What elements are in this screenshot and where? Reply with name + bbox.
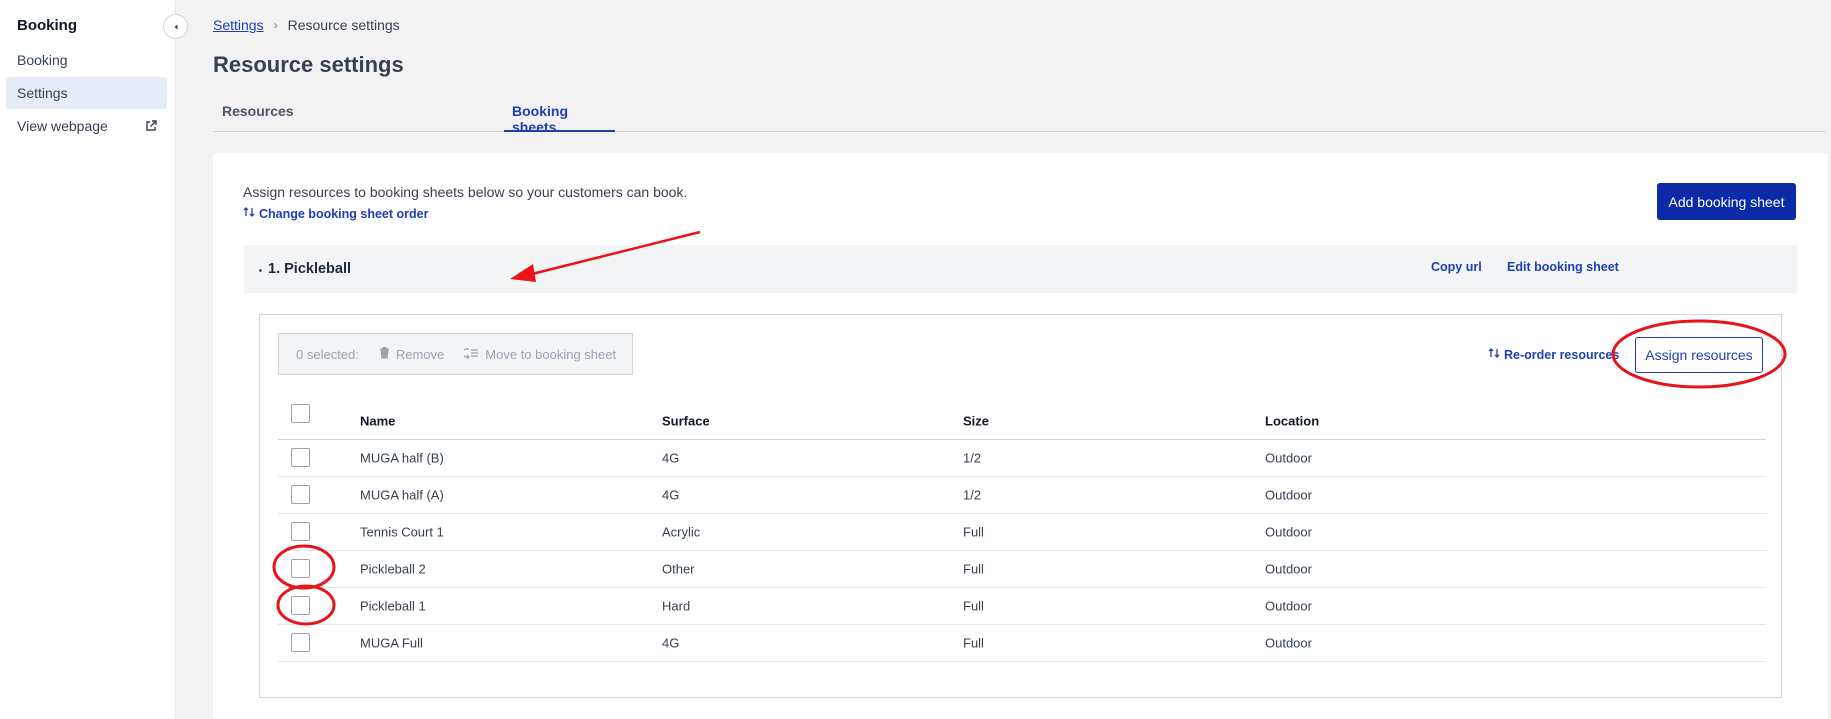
row-checkbox[interactable] [291,522,310,541]
cell-location: Outdoor [1265,450,1312,466]
move-to-booking-sheet-button[interactable]: Move to booking sheet [462,346,617,362]
tab-bar: Resources Booking sheets [213,100,1826,135]
breadcrumb-current: Resource settings [287,17,400,33]
row-checkbox[interactable] [291,559,310,578]
table-row: MUGA half (B) 4G 1/2 Outdoor [278,440,1766,477]
caret-icon [258,261,263,277]
sidebar: Booking Booking Settings View webpage [0,0,176,719]
selection-toolbar: 0 selected: Remove Move to booking sheet [278,333,633,375]
cell-size: Full [963,635,984,651]
cell-location: Outdoor [1265,598,1312,614]
collapse-sidebar-button[interactable] [163,14,188,39]
trash-icon [379,346,390,362]
table-row: MUGA half (A) 4G 1/2 Outdoor [278,477,1766,514]
cell-size: 1/2 [963,487,982,503]
booking-sheet-toggle[interactable]: 1. Pickleball [258,261,351,277]
tab-resources[interactable]: Resources [222,100,294,132]
row-checkbox[interactable] [291,596,310,615]
booking-sheet-name: 1. Pickleball [268,261,352,277]
cell-name: MUGA Full [360,635,423,651]
cell-name: MUGA half (A) [360,487,444,503]
cell-location: Outdoor [1265,524,1312,540]
column-header-surface: Surface [662,413,710,429]
add-booking-sheet-button[interactable]: Add booking sheet [1657,183,1796,220]
cell-location: Outdoor [1265,487,1312,503]
reorder-resources-link[interactable]: Re-order resources [1488,347,1619,362]
cell-size: 1/2 [963,450,982,466]
intro-text: Assign resources to booking sheets below… [243,184,688,200]
chevron-right-icon: › [273,18,278,32]
change-booking-sheet-order-link[interactable]: Change booking sheet order [243,206,428,221]
selected-count: 0 selected: [296,346,359,362]
column-header-size: Size [963,413,990,429]
breadcrumb-settings-link[interactable]: Settings [213,17,264,33]
chevron-left-icon [172,18,180,36]
resources-table: Name Surface Size Location MUGA half (B)… [278,395,1766,662]
sidebar-item-label: Settings [17,85,68,101]
sort-arrows-icon [1488,347,1500,362]
external-link-icon [145,119,157,135]
cell-surface: 4G [662,635,680,651]
sidebar-item-view-webpage[interactable]: View webpage [6,110,167,142]
cell-location: Outdoor [1265,561,1312,577]
cell-name: MUGA half (B) [360,450,444,466]
cell-surface: 4G [662,450,680,466]
sort-arrows-icon [243,206,255,221]
select-all-checkbox[interactable] [291,404,310,423]
table-row: Pickleball 1 Hard Full Outdoor [278,588,1766,625]
move-label: Move to booking sheet [485,346,617,362]
tab-booking-sheets[interactable]: Booking sheets [504,100,615,135]
booking-sheet-header: 1. Pickleball Copy url Edit booking shee… [244,245,1797,293]
sidebar-item-label: Booking [17,52,68,68]
remove-label: Remove [395,346,445,362]
table-row: Tennis Court 1 Acrylic Full Outdoor [278,514,1766,551]
cell-location: Outdoor [1265,635,1312,651]
sidebar-item-label: View webpage [17,118,108,134]
cell-surface: Hard [662,598,691,614]
tab-label: Booking sheets [512,103,568,135]
main-content: Settings › Resource settings Resource se… [176,0,1831,719]
cell-surface: Other [662,561,695,577]
remove-button[interactable]: Remove [379,346,444,362]
sidebar-item-settings[interactable]: Settings [6,77,167,109]
cell-surface: Acrylic [662,524,701,540]
page-title: Resource settings [213,52,404,77]
table-row: Pickleball 2 Other Full Outdoor [278,551,1766,588]
booking-sheets-card: Assign resources to booking sheets below… [213,153,1828,719]
reorder-label: Re-order resources [1504,347,1620,362]
move-icon [462,347,479,362]
column-header-location: Location [1265,413,1320,429]
cell-size: Full [963,524,984,540]
cell-name: Pickleball 1 [360,598,426,614]
sidebar-title: Booking [17,17,77,34]
copy-url-link[interactable]: Copy url [1431,260,1482,274]
row-checkbox[interactable] [291,485,310,504]
cell-size: Full [963,598,984,614]
change-order-label: Change booking sheet order [259,206,429,221]
row-checkbox[interactable] [291,633,310,652]
column-header-name: Name [360,413,396,429]
cell-surface: 4G [662,487,680,503]
table-header-row: Name Surface Size Location [278,395,1766,440]
tab-label: Resources [222,103,294,119]
sidebar-item-booking[interactable]: Booking [6,44,167,76]
table-row: MUGA Full 4G Full Outdoor [278,625,1766,662]
cell-size: Full [963,561,984,577]
assign-resources-button[interactable]: Assign resources [1635,337,1763,373]
resources-panel: 0 selected: Remove Move to booking sheet [259,314,1782,698]
cell-name: Tennis Court 1 [360,524,444,540]
edit-booking-sheet-link[interactable]: Edit booking sheet [1507,260,1619,274]
breadcrumb: Settings › Resource settings [213,17,400,33]
cell-name: Pickleball 2 [360,561,426,577]
row-checkbox[interactable] [291,448,310,467]
